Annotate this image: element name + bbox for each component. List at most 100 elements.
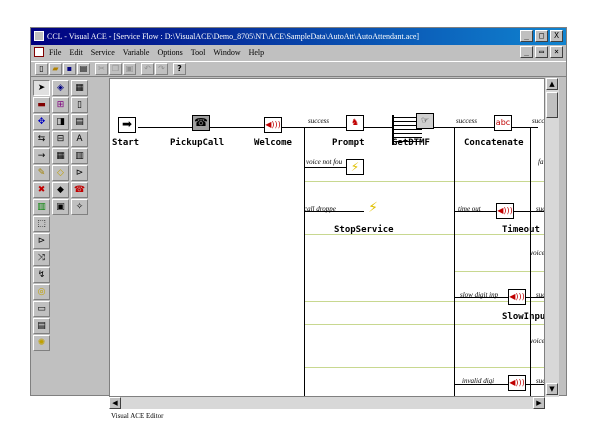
edge-label-fa: fa bbox=[538, 158, 544, 166]
node-timeout-label[interactable]: Timeout bbox=[502, 225, 540, 235]
disk-tool-icon[interactable]: ▭ bbox=[33, 301, 50, 317]
pointer-tool-icon[interactable]: ➤ bbox=[33, 80, 50, 96]
help-icon[interactable]: ? bbox=[173, 63, 186, 75]
edge-label-voice-b: voice b bbox=[530, 337, 545, 345]
menu-options[interactable]: Options bbox=[157, 45, 182, 60]
edge-label-succ: succ bbox=[532, 117, 545, 125]
vertical-scrollbar[interactable]: ▲ ▼ bbox=[545, 78, 559, 397]
concatenate-icon[interactable]: abc bbox=[494, 115, 512, 131]
script-tool-icon[interactable]: ▤ bbox=[33, 318, 50, 334]
timeout-speaker-icon[interactable]: ◀))) bbox=[496, 203, 514, 219]
toolbar: ▯ ▰ ▪ ▤ ✂ ❐ ▣ ↶ ↷ ? bbox=[31, 61, 566, 77]
slowinput-speaker-icon[interactable]: ◀))) bbox=[508, 289, 526, 305]
decision-tool-icon[interactable]: ◆ bbox=[52, 182, 69, 198]
doc-close-button[interactable]: × bbox=[550, 46, 563, 58]
document-tool-icon[interactable]: ▤ bbox=[71, 114, 88, 130]
node-concatenate-label[interactable]: Concatenate bbox=[464, 138, 524, 148]
edge-label-voice-b: voice b bbox=[530, 249, 545, 257]
timer-tool-icon[interactable]: ◎ bbox=[33, 284, 50, 300]
status-bar: Visual ACE Editor bbox=[111, 412, 164, 420]
redo-icon[interactable]: ↷ bbox=[155, 63, 168, 75]
scroll-down-arrow-icon[interactable]: ▼ bbox=[546, 383, 558, 395]
title-bar[interactable]: CCL - Visual ACE - [Service Flow : D:\Vi… bbox=[31, 28, 566, 45]
open-folder-icon[interactable]: ▰ bbox=[49, 63, 62, 75]
minimize-button[interactable]: _ bbox=[520, 30, 533, 42]
menu-service[interactable]: Service bbox=[91, 45, 115, 60]
transfer-tool-icon[interactable]: ⇆ bbox=[33, 131, 50, 147]
invalid-speaker-icon[interactable]: ◀))) bbox=[508, 375, 526, 391]
table-tool-icon[interactable]: ▥ bbox=[71, 148, 88, 164]
fax-tool-icon[interactable]: ▥ bbox=[33, 199, 50, 215]
prompt-icon[interactable]: ♞ bbox=[346, 115, 364, 131]
new-file-icon[interactable]: ▯ bbox=[35, 63, 48, 75]
undo-icon[interactable]: ↶ bbox=[141, 63, 154, 75]
horizontal-scrollbar[interactable]: ◀ ▶ bbox=[109, 397, 545, 409]
concatenate-tool-icon[interactable]: ⊟ bbox=[52, 131, 69, 147]
calculator-tool-icon[interactable]: ▦ bbox=[71, 80, 88, 96]
menu-help[interactable]: Help bbox=[249, 45, 265, 60]
menu-variable[interactable]: Variable bbox=[123, 45, 150, 60]
main-window: CCL - Visual ACE - [Service Flow : D:\Vi… bbox=[30, 27, 567, 420]
scroll-up-arrow-icon[interactable]: ▲ bbox=[546, 78, 558, 90]
node-pickupcall-label[interactable]: PickupCall bbox=[170, 138, 224, 148]
menu-edit[interactable]: Edit bbox=[69, 45, 82, 60]
menu-tool[interactable]: Tool bbox=[191, 45, 206, 60]
doc-minimize-button[interactable]: _ bbox=[520, 46, 533, 58]
branch-tool-icon[interactable]: ⤨ bbox=[33, 250, 50, 266]
pickup-call-phone-icon[interactable]: ☎ bbox=[192, 115, 210, 131]
node-prompt-label[interactable]: Prompt bbox=[332, 138, 365, 148]
app-icon bbox=[34, 31, 44, 41]
stop-tool-icon[interactable]: ✧ bbox=[71, 199, 88, 215]
hangup-tool-icon[interactable]: ☎ bbox=[71, 182, 88, 198]
play-voice-tool-icon[interactable]: ✥ bbox=[33, 114, 50, 130]
print-icon[interactable]: ▤ bbox=[77, 63, 90, 75]
lightbulb-tool-icon[interactable]: ✺ bbox=[33, 335, 50, 351]
cut-icon[interactable]: ✂ bbox=[95, 63, 108, 75]
edge-label-invalid-digit: invalid digi bbox=[462, 377, 495, 385]
condition-tool-icon[interactable]: ◇ bbox=[52, 165, 69, 181]
document-icon[interactable] bbox=[34, 47, 44, 57]
service-flow-canvas[interactable]: ➡ Start ☎ PickupCall ◀))) Welcome succes… bbox=[109, 78, 545, 397]
grid-line bbox=[304, 367, 544, 368]
grid-line bbox=[304, 181, 544, 182]
node-getdtmf-label[interactable]: GetDTMF bbox=[392, 138, 430, 148]
node-slowinput-label[interactable]: SlowInput bbox=[502, 312, 544, 322]
voice-select-tool-icon[interactable]: ◨ bbox=[52, 114, 69, 130]
vertical-scroll-thumb[interactable] bbox=[546, 92, 558, 118]
database-tool-icon[interactable]: ⬚ bbox=[33, 216, 50, 232]
menu-tool-icon[interactable]: ⊞ bbox=[52, 97, 69, 113]
node-stopservice-label[interactable]: StopService bbox=[334, 225, 394, 235]
start-arrow-icon[interactable]: ➡ bbox=[118, 117, 136, 133]
maximize-button[interactable]: □ bbox=[535, 30, 548, 42]
close-button[interactable]: X bbox=[550, 30, 563, 42]
pickup-call-tool-icon[interactable]: ▬ bbox=[33, 97, 50, 113]
menu-bar: File Edit Service Variable Options Tool … bbox=[31, 45, 566, 60]
keypad-tool-icon[interactable]: ▦ bbox=[52, 148, 69, 164]
get-digit-tool-icon[interactable]: → bbox=[33, 148, 50, 164]
scroll-left-arrow-icon[interactable]: ◀ bbox=[109, 397, 121, 409]
node-welcome-label[interactable]: Welcome bbox=[254, 138, 292, 148]
menu-file[interactable]: File bbox=[49, 45, 61, 60]
connect-tool-icon[interactable]: ↯ bbox=[33, 267, 50, 283]
lock-tool-icon[interactable]: ▣ bbox=[52, 199, 69, 215]
pen-tool-icon[interactable]: ✎ bbox=[33, 165, 50, 181]
welcome-speaker-icon[interactable]: ◀))) bbox=[264, 117, 282, 133]
copy-icon[interactable]: ❐ bbox=[109, 63, 122, 75]
connector-line bbox=[454, 127, 455, 396]
tool-palette: ➤ ▬ ✥ ⇆ → ✎ ✖ ▥ ⬚ ⊳ ⤨ ↯ ◎ ▭ ▤ ✺ ◈ ⊞ ◨ ⊟ … bbox=[31, 78, 107, 393]
send-tool-icon[interactable]: ⊳ bbox=[33, 233, 50, 249]
stop-service-lightning-icon[interactable]: ⚡ bbox=[364, 201, 382, 217]
menu-window[interactable]: Window bbox=[213, 45, 240, 60]
doc-restore-button[interactable]: ▭ bbox=[535, 46, 548, 58]
record-tool-icon[interactable]: ✖ bbox=[33, 182, 50, 198]
lightning-icon[interactable]: ⚡ bbox=[346, 159, 364, 175]
save-disk-icon[interactable]: ▪ bbox=[63, 63, 76, 75]
paste-icon[interactable]: ▣ bbox=[123, 63, 136, 75]
text-tool-icon[interactable]: A bbox=[71, 131, 88, 147]
link-tool-icon[interactable]: ⊳ bbox=[71, 165, 88, 181]
play-audio-tool-icon[interactable]: ◈ bbox=[52, 80, 69, 96]
scroll-right-arrow-icon[interactable]: ▶ bbox=[533, 397, 545, 409]
getdtmf-hand-icon[interactable]: ☞ bbox=[416, 113, 434, 129]
node-start-label[interactable]: Start bbox=[112, 138, 139, 148]
file-tool-icon[interactable]: ▯ bbox=[71, 97, 88, 113]
